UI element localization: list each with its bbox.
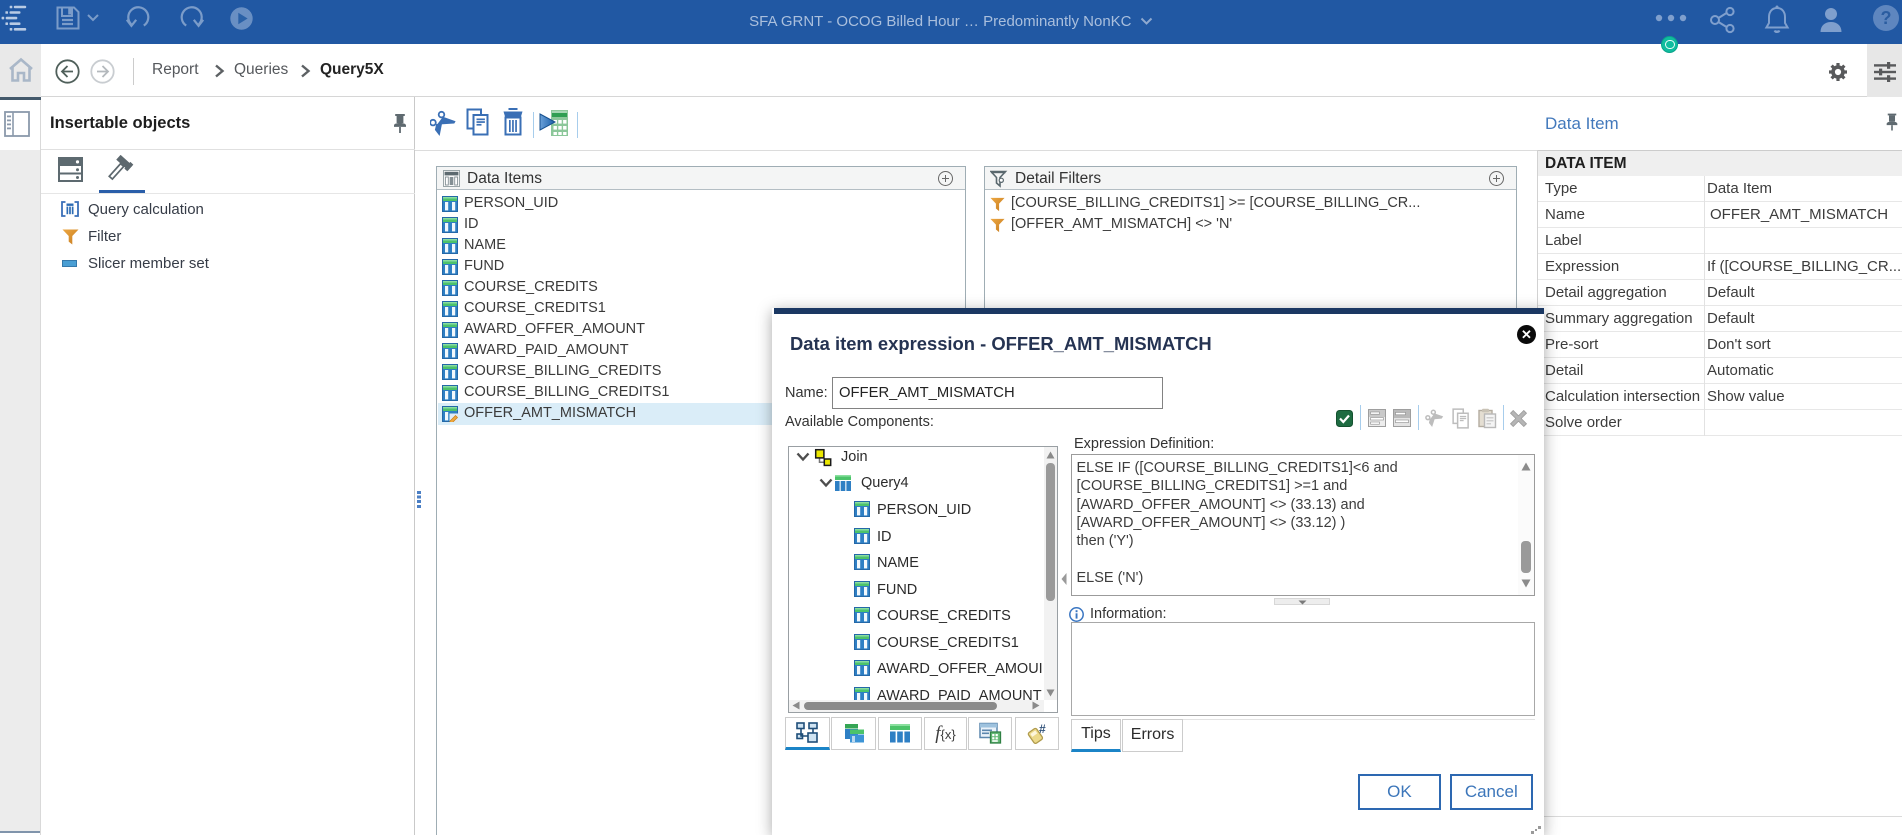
svg-text:?: ?: [1881, 8, 1892, 28]
svg-text:#: #: [1039, 722, 1046, 736]
